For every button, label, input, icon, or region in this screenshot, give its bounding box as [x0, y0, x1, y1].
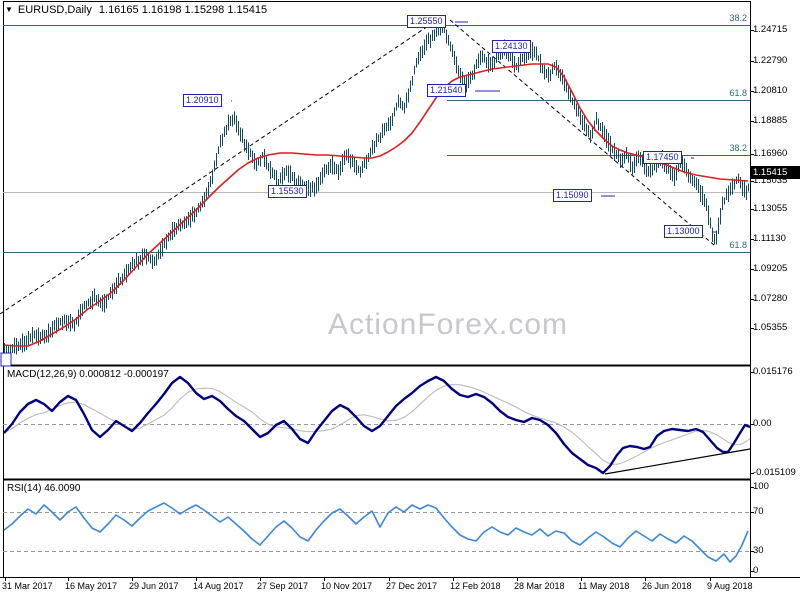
clipped-label-box	[0, 352, 12, 367]
symbol-dropdown-icon[interactable]: ▼	[5, 5, 13, 14]
macd-indicator-header: MACD(12,26,9) 0.000812 -0.000197	[7, 369, 169, 380]
rsi-line	[3, 502, 749, 563]
symbol-period-label: EURUSD,Daily	[17, 4, 92, 16]
quote-ohlc-values: 1.16165 1.16198 1.15298 1.15415	[98, 4, 268, 16]
dashed-trendline	[449, 19, 715, 246]
chart-window: ActionForex.com ▼ EURUSD,Daily 1.16165 1.1…	[0, 0, 800, 600]
chart-canvas[interactable]	[0, 0, 800, 600]
watermark: ActionForex.com	[327, 308, 569, 341]
rsi-indicator-header: RSI(14) 46.0090	[7, 483, 81, 494]
dashed-trendline	[0, 15, 444, 315]
macd-trendline	[604, 448, 751, 475]
moving-average-line	[3, 63, 749, 347]
chart-title: ▼ EURUSD,Daily 1.16165 1.16198 1.15298 1.1…	[5, 4, 267, 16]
panel-separator	[3, 478, 750, 481]
panel-separator	[3, 364, 750, 367]
